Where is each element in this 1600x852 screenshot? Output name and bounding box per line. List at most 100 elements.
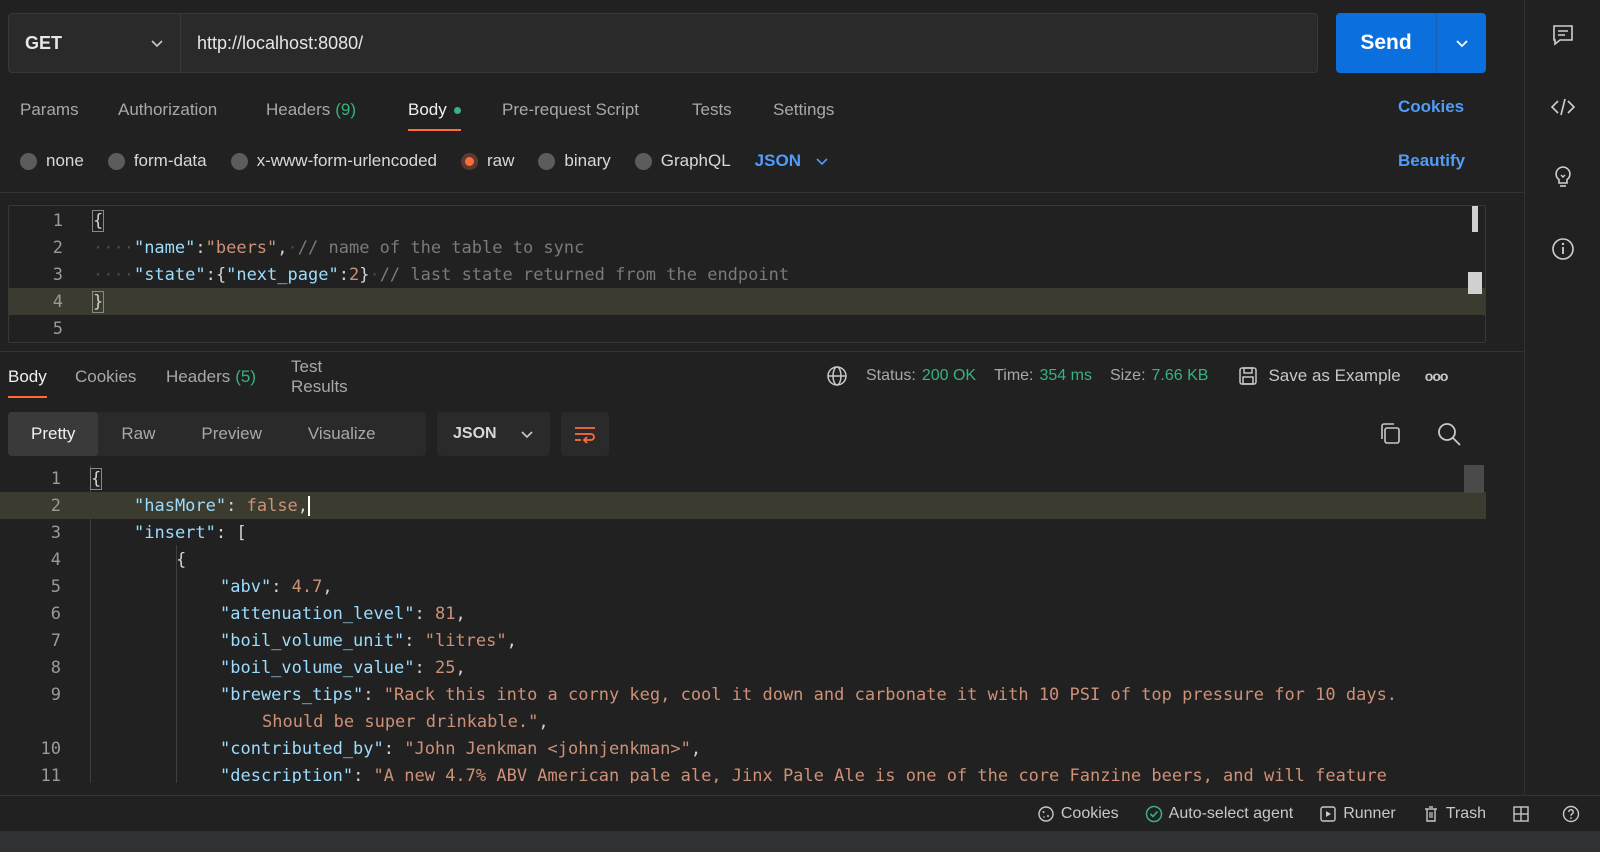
json-key: "insert" <box>134 522 216 543</box>
json-key: "state" <box>133 264 206 285</box>
radio-none[interactable]: none <box>20 151 84 171</box>
response-body-viewer[interactable]: 1 { 2 "hasMore": false, 3 "insert": [ 4 … <box>0 465 1486 783</box>
status-cookies-button[interactable]: Cookies <box>1037 805 1119 823</box>
radio-raw[interactable]: raw <box>461 151 514 171</box>
url-bar: GET <box>8 13 1318 73</box>
response-format-select[interactable]: JSON <box>437 412 550 456</box>
tab-response-cookies[interactable]: Cookies <box>75 357 136 397</box>
send-options-button[interactable] <box>1437 35 1486 51</box>
tab-label: Authorization <box>118 100 218 119</box>
line-number: 1 <box>50 468 61 489</box>
code-text: "abv": 4.7, <box>220 576 333 597</box>
tab-settings[interactable]: Settings <box>773 90 834 130</box>
copy-icon[interactable] <box>1378 421 1402 447</box>
view-mode-raw[interactable]: Raw <box>98 412 178 456</box>
bracket: [ <box>236 522 247 543</box>
tab-body[interactable]: Body <box>408 90 461 131</box>
radio-form-data[interactable]: form-data <box>107 151 207 171</box>
format-label: JSON <box>453 425 497 442</box>
save-as-example-button[interactable]: Save as Example <box>1238 366 1401 386</box>
json-punc: , <box>277 237 288 258</box>
view-mode-pretty[interactable]: Pretty <box>8 412 99 456</box>
code-text: "attenuation_level": 81, <box>220 603 466 624</box>
request-body-editor[interactable]: 1 { 2 ····"name":"beers",·// name of the… <box>8 205 1486 343</box>
tab-response-headers[interactable]: Headers (5) <box>166 357 256 397</box>
scrollbar-thumb[interactable] <box>1464 465 1484 493</box>
radio-urlencoded[interactable]: x-www-form-urlencoded <box>230 151 437 171</box>
beautify-link[interactable]: Beautify <box>1398 151 1465 171</box>
right-sidebar <box>1524 0 1600 815</box>
runner-button[interactable]: Runner <box>1319 804 1396 823</box>
size-value[interactable]: 7.66 KB <box>1152 367 1209 385</box>
tab-authorization[interactable]: Authorization <box>118 90 217 130</box>
time-value[interactable]: 354 ms <box>1039 367 1091 385</box>
code-line: 2 ····"name":"beers",·// name of the tab… <box>9 234 1485 261</box>
tab-headers[interactable]: Headers (9) <box>266 90 356 130</box>
layout-toggle-button[interactable] <box>1512 805 1536 823</box>
chevron-down-icon <box>521 431 533 439</box>
radio-graphql[interactable]: GraphQL <box>634 151 731 171</box>
code-line-active: 4 } <box>9 288 1485 315</box>
code-line: 3 "insert": [ <box>0 519 1486 546</box>
comments-icon[interactable] <box>1550 22 1576 48</box>
tab-params[interactable]: Params <box>0 90 79 130</box>
send-button[interactable]: Send <box>1336 13 1486 73</box>
response-meta: Status: 200 OK Time: 354 ms Size: 7.66 KB S… <box>826 364 1449 388</box>
tab-response-body[interactable]: Body <box>8 357 47 398</box>
info-icon[interactable] <box>1550 236 1576 262</box>
tab-test-results[interactable]: Test Results <box>291 357 348 397</box>
more-options-button[interactable]: ooo <box>1425 368 1449 384</box>
wrap-lines-button[interactable] <box>561 412 609 456</box>
runner-icon <box>1320 805 1336 822</box>
search-icon[interactable] <box>1436 421 1462 447</box>
time-label: Time: <box>994 367 1034 384</box>
json-value: "A new 4.7% ABV American pale ale, Jinx … <box>373 765 1387 784</box>
code-text: "boil_volume_value": 25, <box>220 657 466 678</box>
tab-prerequest-script[interactable]: Pre-request Script <box>502 90 639 130</box>
status-bar: Cookies Auto-select agent Runner Trash <box>0 795 1600 831</box>
json-punc: } <box>359 264 370 285</box>
json-key: "attenuation_level" <box>220 603 415 624</box>
trash-button[interactable]: Trash <box>1422 805 1486 823</box>
status-value[interactable]: 200 OK <box>922 367 976 385</box>
url-input[interactable] <box>181 14 1317 72</box>
line-number: 7 <box>50 630 61 651</box>
line-number: 2 <box>52 237 63 258</box>
json-value: 2 <box>348 264 360 285</box>
status-label: Runner <box>1343 804 1396 822</box>
language-select[interactable]: JSON <box>755 151 829 171</box>
tab-label: Tests <box>692 100 732 119</box>
divider <box>0 192 1524 193</box>
lightbulb-icon[interactable] <box>1550 164 1576 190</box>
radio-circle <box>107 152 125 170</box>
code-line: 3 ····"state":{"next_page":2}·// last st… <box>9 261 1485 288</box>
json-key: "abv" <box>220 576 272 597</box>
tab-tests[interactable]: Tests <box>692 90 732 130</box>
code-text: Should be super drinkable.", <box>262 711 549 732</box>
modified-dot <box>453 106 461 114</box>
code-text: { <box>89 467 103 490</box>
code-line: 7 "boil_volume_unit": "litres", <box>0 627 1486 654</box>
trash-icon <box>1424 805 1437 822</box>
json-value: "litres" <box>424 630 507 651</box>
language-label: JSON <box>754 151 801 170</box>
scrollbar-thumb[interactable] <box>1472 206 1478 232</box>
chevron-down-icon <box>151 40 163 48</box>
tab-label: Headers <box>266 100 331 119</box>
radio-circle-selected <box>461 152 479 170</box>
headers-count: (9) <box>335 100 357 119</box>
cookies-link[interactable]: Cookies <box>1398 97 1464 117</box>
send-label: Send <box>1360 31 1412 54</box>
help-button[interactable] <box>1562 805 1586 823</box>
globe-icon[interactable] <box>826 365 848 387</box>
method-select[interactable]: GET <box>9 14 181 72</box>
radio-binary[interactable]: binary <box>538 151 611 171</box>
body-type-selector: none form-data x-www-form-urlencoded raw… <box>20 148 829 174</box>
view-mode-visualize[interactable]: Visualize <box>285 412 399 456</box>
status-label: Status: <box>866 367 916 384</box>
json-key: "description" <box>220 765 354 784</box>
auto-select-agent-button[interactable]: Auto-select agent <box>1145 805 1293 823</box>
view-mode-preview[interactable]: Preview <box>178 412 284 456</box>
json-value: "Rack this into a corny keg, cool it dow… <box>383 684 1398 705</box>
code-icon[interactable] <box>1550 94 1576 120</box>
